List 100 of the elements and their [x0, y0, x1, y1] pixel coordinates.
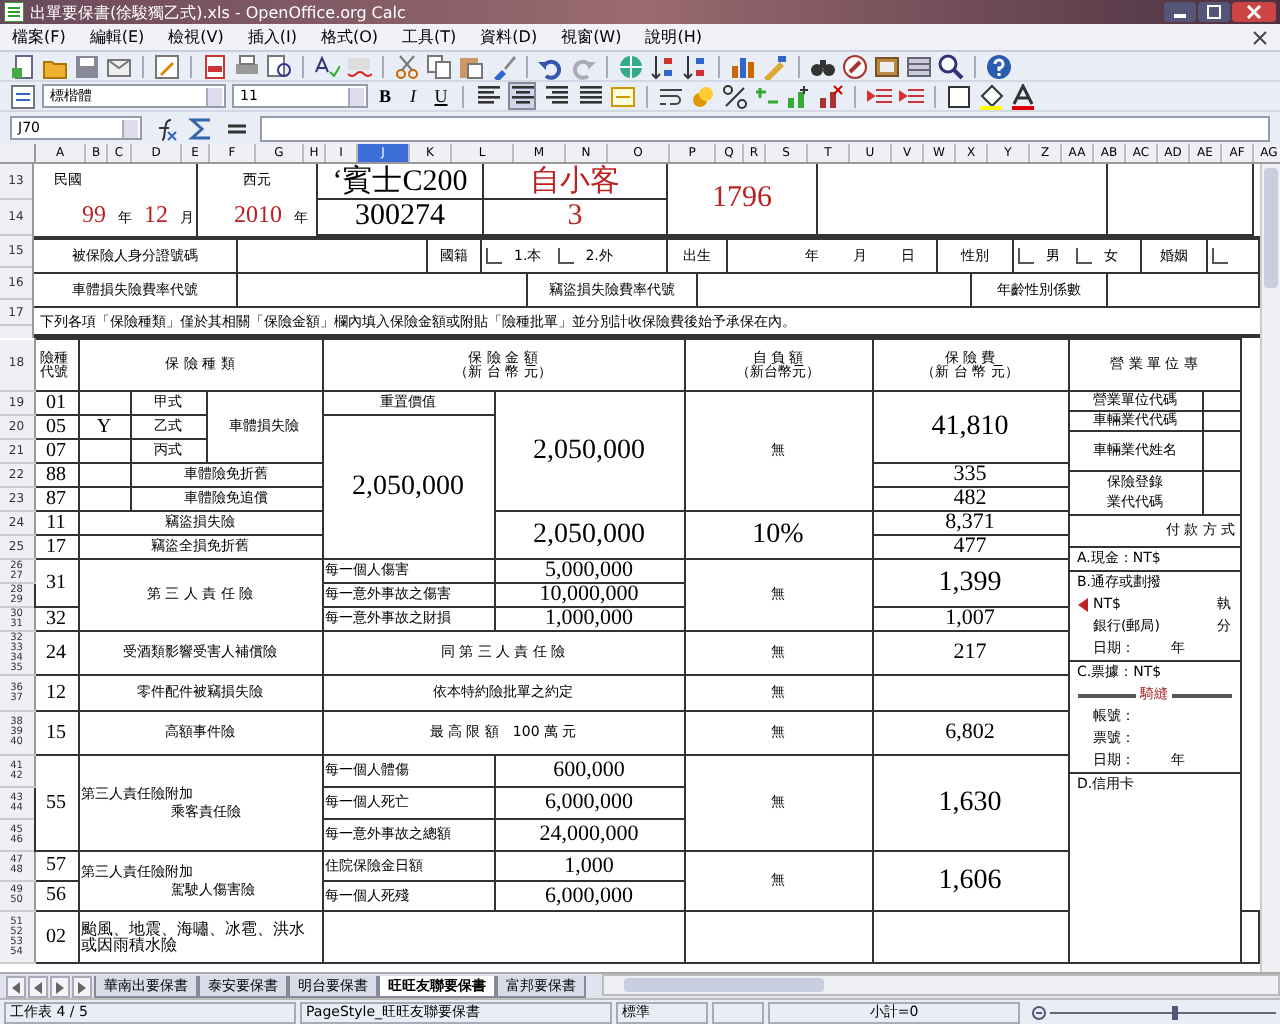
- menu-item[interactable]: 工具(T): [402, 26, 457, 48]
- cell-text: 600,000: [553, 758, 625, 782]
- prev-sheet-button[interactable]: [28, 976, 48, 998]
- cell-text: 31: [46, 571, 66, 593]
- scissors-icon[interactable]: [394, 53, 420, 79]
- cell-text: 1,000,000: [545, 609, 633, 629]
- compass-icon[interactable]: [842, 53, 868, 79]
- font-color-icon[interactable]: [1010, 83, 1036, 109]
- cell-text: 10%: [752, 519, 804, 549]
- maximize-icon: [1206, 4, 1222, 20]
- cell-value: 自小客: [530, 164, 620, 198]
- menu-item[interactable]: 插入(I): [247, 26, 297, 48]
- italic-button[interactable]: I: [402, 86, 424, 106]
- paintbrush-icon[interactable]: [490, 53, 516, 79]
- cell-text: 88: [46, 465, 66, 485]
- cell-text: 2,050,000: [352, 471, 464, 501]
- zoom-icon[interactable]: [938, 53, 964, 79]
- cell-text: 217: [953, 640, 987, 664]
- cell-text: 1,630: [938, 787, 1002, 817]
- cell-text: 55: [46, 791, 66, 813]
- envelope-icon[interactable]: [106, 53, 132, 79]
- page-magnifier-icon[interactable]: [266, 53, 292, 79]
- formula-input-field[interactable]: [260, 115, 1270, 141]
- align-right-icon: [545, 86, 567, 106]
- cell-text: 17: [46, 537, 66, 557]
- pdf-icon[interactable]: [202, 53, 228, 79]
- window-title: 出單要保書(徐駿獨乙式).xls - OpenOffice.org Calc: [30, 1, 406, 23]
- close-button[interactable]: [1232, 2, 1276, 22]
- menu-item[interactable]: 視窗(W): [561, 26, 622, 48]
- delete-decimal-icon[interactable]: [818, 83, 844, 109]
- clipboard-icon[interactable]: [458, 53, 484, 79]
- add-decimal-icon[interactable]: [786, 83, 812, 109]
- next-sheet-button[interactable]: [50, 976, 70, 998]
- menu-item[interactable]: 檢視(V): [168, 26, 224, 48]
- help-icon[interactable]: [986, 53, 1012, 79]
- underline-button[interactable]: U: [430, 86, 452, 106]
- cell-text: 6,802: [945, 720, 995, 744]
- pencil-icon[interactable]: [154, 53, 180, 79]
- cell-text: 6,000,000: [545, 883, 633, 907]
- minimize-button[interactable]: [1164, 2, 1196, 22]
- cell-text: 2,050,000: [533, 435, 645, 465]
- pencil-shapes-icon[interactable]: [762, 53, 788, 79]
- spellcheck-underline-icon[interactable]: [346, 53, 372, 79]
- zoom-out-icon: [1032, 1005, 1046, 1019]
- first-sheet-button[interactable]: [6, 976, 26, 998]
- maximize-button[interactable]: [1198, 2, 1230, 22]
- menu-item[interactable]: 資料(D): [480, 26, 538, 48]
- last-sheet-button[interactable]: [72, 976, 92, 998]
- merge-cells-icon[interactable]: [610, 83, 636, 109]
- database-icon[interactable]: [906, 53, 932, 79]
- spellcheck-icon[interactable]: [314, 53, 340, 79]
- align-justify-icon: [579, 86, 601, 106]
- bar-chart-icon[interactable]: [730, 53, 756, 79]
- close-document-icon[interactable]: [1252, 29, 1268, 45]
- sum-icon[interactable]: [188, 115, 214, 141]
- cell-text: 477: [953, 537, 987, 557]
- cell-text: 482: [953, 489, 987, 509]
- menu-item[interactable]: 格式(O): [320, 26, 379, 48]
- cell-text: 11: [46, 513, 66, 533]
- zoom-slider-thumb[interactable]: [1172, 1005, 1179, 1019]
- styles-icon[interactable]: [10, 83, 36, 109]
- align-left-button[interactable]: [474, 82, 502, 110]
- menu-item[interactable]: 編輯(E): [89, 26, 145, 48]
- bold-button[interactable]: B: [374, 86, 396, 106]
- wrap-icon[interactable]: [658, 83, 684, 109]
- align-justify-button[interactable]: [576, 82, 604, 110]
- cell-value: 12: [144, 200, 168, 231]
- decrease-indent-icon[interactable]: [866, 83, 892, 109]
- menu-item[interactable]: 說明(H): [645, 26, 702, 48]
- cell-text: 1,000: [564, 853, 614, 877]
- borders-icon[interactable]: [946, 83, 972, 109]
- cell-text: 32: [46, 609, 66, 629]
- cell-text: 2,050,000: [533, 519, 645, 549]
- paint-bucket-icon[interactable]: [978, 83, 1004, 109]
- align-center-button[interactable]: [508, 82, 536, 110]
- align-right-button[interactable]: [542, 82, 570, 110]
- cell-text: 颱風、地震、海嘯、冰雹、洪水或因雨積水險: [81, 921, 307, 953]
- cell-text: 8,371: [945, 513, 995, 533]
- cell-text: 1,399: [938, 567, 1002, 597]
- close-icon: [1246, 4, 1262, 20]
- gallery-icon[interactable]: [874, 53, 900, 79]
- printer-icon[interactable]: [234, 53, 260, 79]
- cell-text: 05: [46, 417, 66, 437]
- cell-text: 24: [46, 641, 66, 663]
- cell-text: 57: [46, 854, 66, 876]
- new-document-icon[interactable]: [10, 53, 36, 79]
- increase-indent-icon[interactable]: [898, 83, 924, 109]
- percent-icon[interactable]: [722, 83, 748, 109]
- vertical-scrollbar[interactable]: [1260, 164, 1280, 972]
- horizontal-scrollbar[interactable]: [602, 974, 1280, 996]
- cell-value: 99: [82, 200, 106, 231]
- sort-descending-icon[interactable]: [682, 53, 708, 79]
- status-field: [712, 1001, 764, 1023]
- cell-text: 335: [953, 465, 987, 485]
- cell-text: 10,000,000: [539, 585, 639, 605]
- sort-ascending-icon[interactable]: [650, 53, 676, 79]
- menu-item[interactable]: 檔案(F): [12, 26, 66, 48]
- cell-text: 1,606: [938, 865, 1002, 895]
- cell-value: ‘賓士C200: [332, 164, 468, 198]
- copy-icon[interactable]: [426, 53, 452, 79]
